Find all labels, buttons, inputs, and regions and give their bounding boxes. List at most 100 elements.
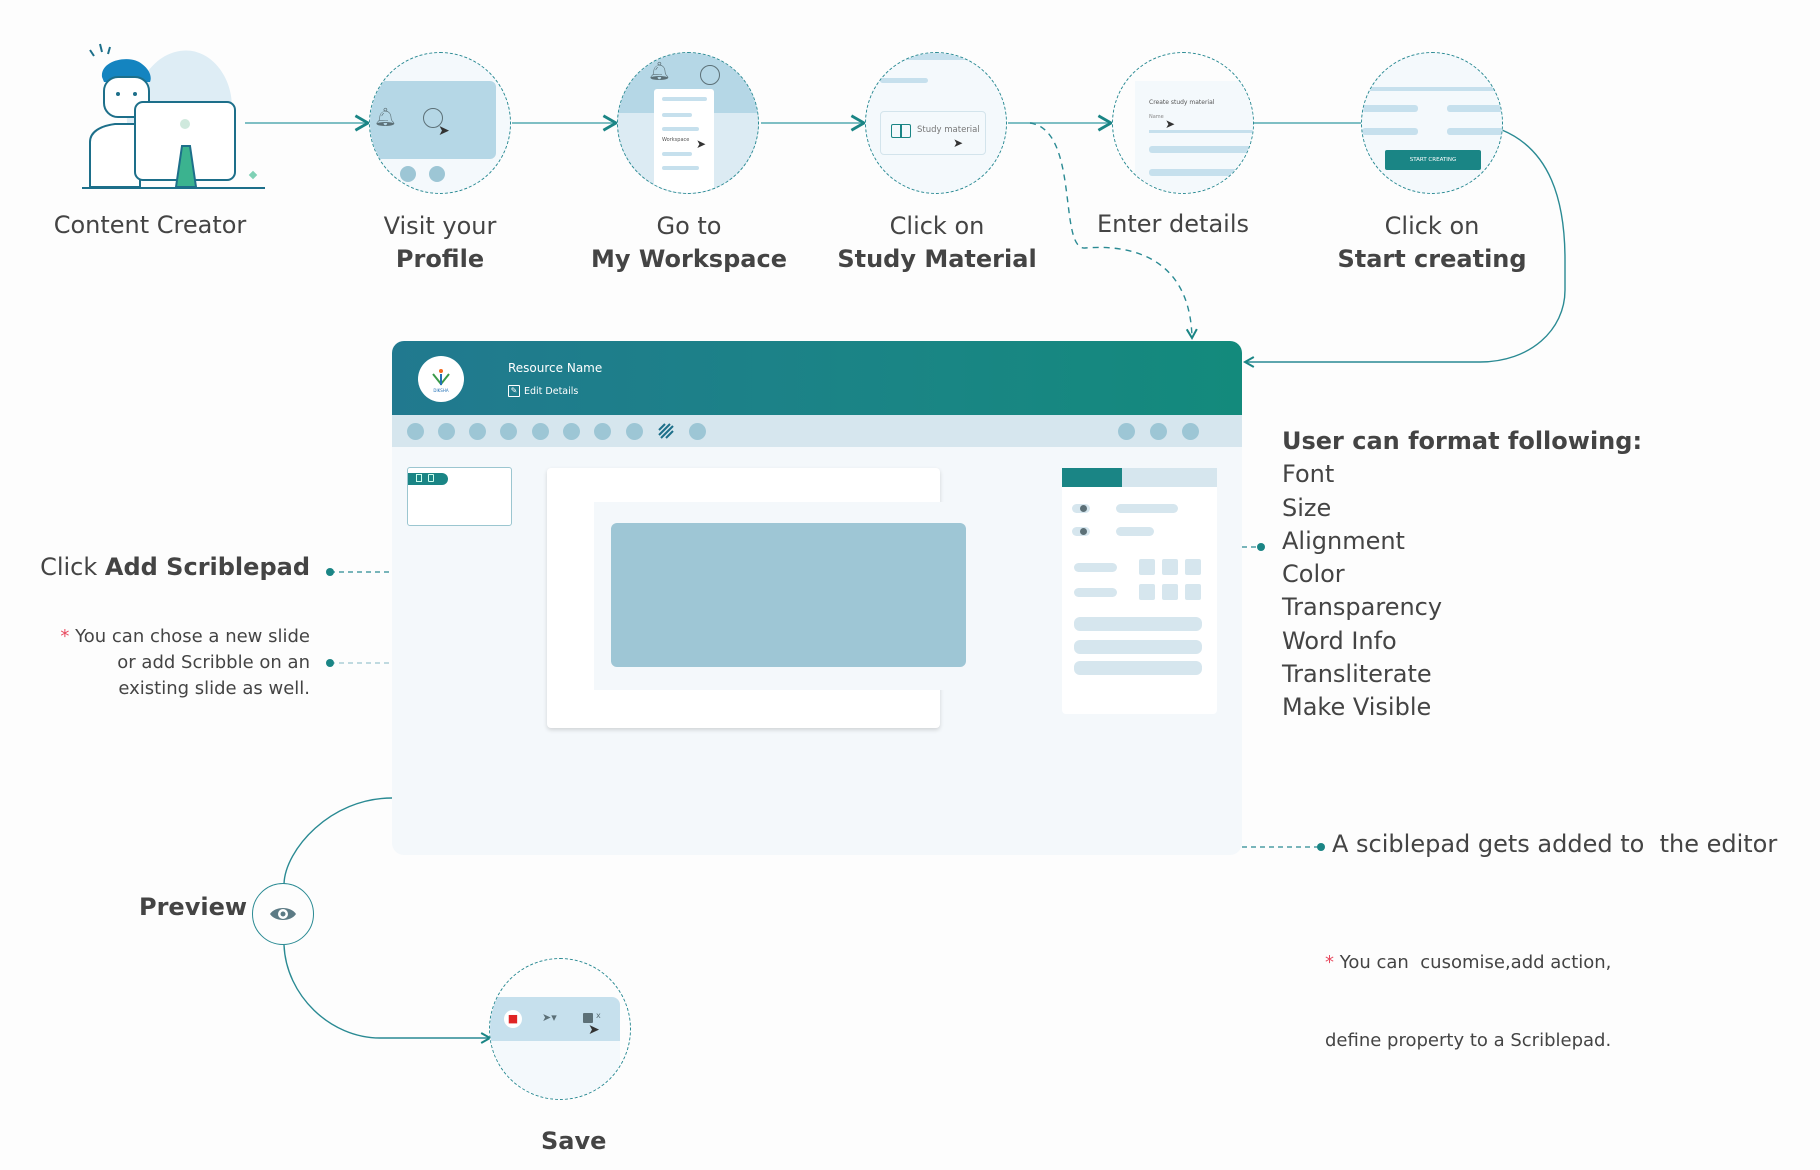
preview-button[interactable] bbox=[252, 883, 314, 945]
toolbar-icon[interactable] bbox=[500, 423, 517, 440]
bell-icon: 🔔︎ bbox=[648, 61, 671, 82]
toolbar-icon[interactable] bbox=[626, 423, 643, 440]
step-label-profile: Visit your Profile bbox=[383, 212, 497, 273]
close-icon[interactable]: x bbox=[596, 1011, 601, 1020]
toolbar-dot bbox=[400, 166, 416, 182]
properties-tab-active[interactable] bbox=[1062, 468, 1122, 487]
toolbar-icon[interactable] bbox=[469, 423, 486, 440]
diksha-logo: DIKSHA bbox=[418, 356, 464, 402]
send-icon[interactable]: ➤▾ bbox=[542, 1011, 557, 1024]
cursor-icon: ➤ bbox=[438, 123, 450, 139]
bullet-slide-note bbox=[326, 659, 334, 667]
study-material-button-label: Study material bbox=[917, 125, 980, 135]
option-box[interactable] bbox=[1139, 559, 1155, 575]
option-box[interactable] bbox=[1139, 584, 1155, 600]
editor-header: DIKSHA Resource Name ✎ Edit Details bbox=[392, 341, 1242, 415]
step-circle-profile[interactable]: 🔔︎ ➤ bbox=[369, 52, 511, 194]
toggle-switch[interactable] bbox=[1072, 527, 1090, 536]
cursor-icon: ➤ bbox=[696, 137, 707, 151]
format-option: Make Visible bbox=[1282, 693, 1432, 722]
step-circle-enter-details[interactable]: Create study material Name ➤ bbox=[1112, 52, 1254, 194]
save-label: Save bbox=[541, 1127, 607, 1155]
step-circle-save[interactable]: ■ ➤▾ x ➤ bbox=[489, 958, 631, 1100]
toolbar-icon-right[interactable] bbox=[1182, 423, 1199, 440]
resource-name: Resource Name bbox=[508, 361, 603, 375]
step-label-start-creating: Click on Start creating bbox=[1337, 212, 1527, 273]
property-field[interactable] bbox=[1074, 661, 1202, 675]
asterisk: * bbox=[60, 626, 70, 647]
toolbar-dot bbox=[429, 166, 445, 182]
study-material-button[interactable]: Study material ➤ bbox=[880, 111, 986, 155]
editor-mockup: DIKSHA Resource Name ✎ Edit Details bbox=[392, 341, 1242, 855]
editor-toolbar bbox=[392, 415, 1242, 447]
scriblepad[interactable] bbox=[611, 523, 966, 667]
step-circle-study-material[interactable]: Study material ➤ bbox=[865, 52, 1007, 194]
bullet-add-scriblepad bbox=[326, 568, 334, 576]
property-field[interactable] bbox=[1074, 640, 1202, 654]
step-label-enter-details: Enter details bbox=[1096, 210, 1249, 238]
property-placeholder bbox=[1116, 527, 1154, 536]
connector-preview-save bbox=[283, 944, 493, 1044]
edit-details-link[interactable]: ✎ Edit Details bbox=[508, 385, 578, 397]
create-form: Create study material Name ➤ bbox=[1135, 81, 1253, 193]
cursor-icon: ➤ bbox=[588, 1022, 600, 1038]
toolbar-icon[interactable] bbox=[563, 423, 580, 440]
edit-icon: ✎ bbox=[508, 385, 520, 397]
menu-item-workspace[interactable]: Workspace bbox=[662, 137, 689, 143]
scriblepad-added-text: A sciblepad gets added to the editor bbox=[1332, 830, 1778, 858]
toggle-switch[interactable] bbox=[1072, 504, 1090, 513]
eye-icon bbox=[270, 908, 296, 920]
toolbar-icon[interactable] bbox=[594, 423, 611, 440]
gift-icon[interactable]: ■ bbox=[504, 1010, 522, 1028]
step-label-content-creator: Content Creator bbox=[53, 211, 247, 239]
format-options-title: User can format following: bbox=[1282, 427, 1643, 455]
toolbar-icon[interactable] bbox=[689, 423, 706, 440]
format-option: Color bbox=[1282, 560, 1345, 589]
slide-note: * You can chose a new slide or add Scrib… bbox=[60, 626, 310, 699]
step-label-study-material: Click on Study Material bbox=[837, 212, 1037, 273]
svg-text:DIKSHA: DIKSHA bbox=[433, 388, 448, 393]
cursor-icon: ➤ bbox=[1165, 117, 1176, 131]
copy-icon[interactable] bbox=[428, 474, 434, 482]
slide-canvas bbox=[547, 468, 990, 728]
option-box[interactable] bbox=[1162, 584, 1178, 600]
slide-thumbnail[interactable] bbox=[407, 467, 512, 526]
bell-icon: 🔔︎ bbox=[374, 107, 397, 128]
format-option: Word Info bbox=[1282, 626, 1397, 655]
property-placeholder bbox=[1074, 588, 1117, 597]
asterisk: * bbox=[1325, 952, 1334, 973]
property-field[interactable] bbox=[1074, 617, 1202, 631]
content-creator-illustration bbox=[80, 42, 270, 192]
toolbar-icon-right[interactable] bbox=[1118, 423, 1135, 440]
scribble-tool-icon[interactable] bbox=[657, 422, 675, 440]
properties-panel bbox=[1062, 468, 1217, 714]
dropdown-menu: Workspace ➤ bbox=[654, 89, 714, 193]
step-circle-workspace[interactable]: 🔔︎ Workspace ➤ bbox=[617, 52, 759, 194]
format-option: Font bbox=[1282, 460, 1335, 489]
preview-label: Preview bbox=[139, 893, 248, 921]
format-option: Transparency bbox=[1282, 593, 1443, 622]
start-creating-button[interactable]: START CREATING bbox=[1385, 150, 1481, 170]
add-scriblepad-instruction: Click Add Scriblepad bbox=[40, 553, 310, 581]
option-box[interactable] bbox=[1185, 584, 1201, 600]
step-label-workspace: Go to My Workspace bbox=[591, 212, 787, 273]
property-placeholder bbox=[1074, 563, 1117, 572]
format-option: Alignment bbox=[1282, 526, 1405, 555]
cursor-icon: ➤ bbox=[953, 136, 964, 150]
property-placeholder bbox=[1116, 504, 1178, 513]
create-form-title: Create study material bbox=[1149, 99, 1215, 106]
connector-editor-preview bbox=[283, 797, 393, 885]
toolbar-icon[interactable] bbox=[438, 423, 455, 440]
toolbar-icon[interactable] bbox=[407, 423, 424, 440]
step-circle-start-creating[interactable]: START CREATING bbox=[1361, 52, 1503, 194]
toolbar-icon[interactable] bbox=[532, 423, 549, 440]
format-option: Transliterate bbox=[1282, 660, 1432, 689]
bullet-scriblepad-added bbox=[1317, 843, 1325, 851]
edit-details-label: Edit Details bbox=[524, 385, 579, 397]
delete-icon[interactable] bbox=[416, 474, 422, 482]
format-options-list: User can format following: Font Size Ali… bbox=[1282, 425, 1642, 725]
option-box[interactable] bbox=[1185, 559, 1201, 575]
properties-tab[interactable] bbox=[1122, 468, 1217, 487]
toolbar-icon-right[interactable] bbox=[1150, 423, 1167, 440]
option-box[interactable] bbox=[1162, 559, 1178, 575]
